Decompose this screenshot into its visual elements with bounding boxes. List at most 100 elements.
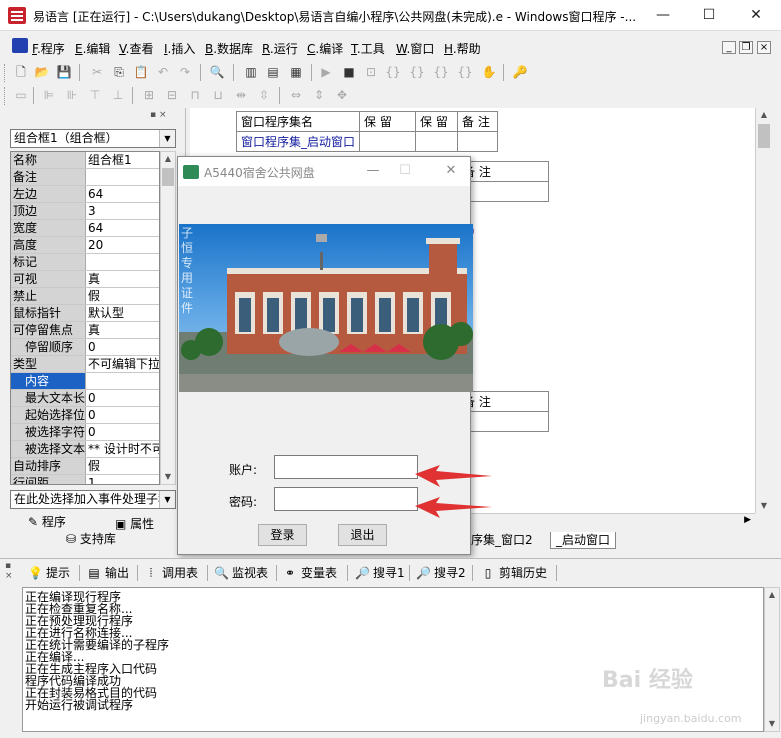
toolbar-grip-2[interactable] <box>4 87 7 105</box>
copy-icon[interactable]: ⎘ <box>110 63 128 81</box>
table-cell[interactable] <box>458 181 549 202</box>
menu-compile[interactable]: C.编译 <box>307 40 343 57</box>
center-v-icon[interactable]: ⊟ <box>163 86 181 104</box>
menu-help[interactable]: H.帮助 <box>444 40 481 57</box>
property-value[interactable] <box>86 254 159 270</box>
mdi-restore-button[interactable]: ❐ <box>739 41 753 54</box>
redo-icon[interactable]: ↷ <box>176 63 194 81</box>
close-button[interactable]: ✕ <box>733 0 779 31</box>
same-width-icon[interactable]: ⊓ <box>186 86 204 104</box>
debug-icon[interactable]: ⊡ <box>362 63 380 81</box>
property-row[interactable]: 内容 <box>11 373 159 390</box>
property-row[interactable]: 停留顺序 0 <box>11 339 159 356</box>
tab-clipboard-history[interactable]: ▯ 剪辑历史 <box>481 564 547 582</box>
layout-3-icon[interactable]: ▦ <box>287 63 305 81</box>
toolbar-grip[interactable] <box>4 64 7 82</box>
password-input[interactable] <box>274 487 418 511</box>
component-select[interactable]: 组合框1（组合框） ▼ <box>10 129 176 148</box>
property-value[interactable]: 1 <box>86 475 159 484</box>
property-value[interactable]: 64 <box>86 220 159 236</box>
property-row[interactable]: 标记 <box>11 254 159 271</box>
menu-insert[interactable]: I.插入 <box>164 40 195 57</box>
property-value[interactable]: ** 设计时不可 <box>86 441 159 457</box>
code-vertical-scrollbar[interactable]: ▲ ▼ <box>755 108 772 513</box>
property-row[interactable]: 可停留焦点真 <box>11 322 159 339</box>
tab-search2[interactable]: 🔎 搜寻2 <box>416 564 466 582</box>
scroll-right-icon[interactable]: ▶ <box>744 515 751 525</box>
table-cell[interactable]: 窗口程序集_启动窗口 <box>235 131 361 152</box>
property-value[interactable] <box>86 373 159 389</box>
property-scrollbar[interactable]: ▲ ▼ <box>160 151 176 485</box>
run-to-cursor-icon[interactable]: {} <box>456 63 474 81</box>
scroll-up-icon[interactable]: ▲ <box>765 588 779 602</box>
property-row[interactable]: 可视真 <box>11 271 159 288</box>
property-value[interactable]: 3 <box>86 203 159 219</box>
property-value[interactable]: 组合框1 <box>86 152 159 168</box>
tab-property[interactable]: ▣ 属性 <box>115 515 154 532</box>
property-row[interactable]: 被选择字符 0 <box>11 424 159 441</box>
property-row[interactable]: 类型 不可编辑下拉 <box>11 356 159 373</box>
account-input[interactable] <box>274 455 418 479</box>
dialog-close-button[interactable]: ✕ <box>436 161 466 181</box>
event-select[interactable]: 在此处选择加入事件处理子程 ▼ <box>10 490 176 509</box>
cut-icon[interactable]: ✂ <box>88 63 106 81</box>
property-row[interactable]: 备注 <box>11 169 159 186</box>
property-row[interactable]: 禁止假 <box>11 288 159 305</box>
center-form-h-icon[interactable]: ⇔ <box>287 86 305 104</box>
open-folder-icon[interactable]: 📂 <box>33 63 51 81</box>
new-file-icon[interactable]: 🗋 <box>12 63 30 81</box>
undo-icon[interactable]: ↶ <box>154 63 172 81</box>
layout-1-icon[interactable]: ▥ <box>242 63 260 81</box>
tab-hint[interactable]: 💡 提示 <box>28 564 70 582</box>
property-row[interactable]: 左边 64 <box>11 186 159 203</box>
layout-2-icon[interactable]: ▤ <box>264 63 282 81</box>
align-left-icon[interactable]: ⊫ <box>40 86 58 104</box>
tab-output[interactable]: ▤ 输出 <box>87 564 129 582</box>
stop-icon[interactable]: ■ <box>340 63 358 81</box>
property-value[interactable]: 不可编辑下拉 <box>86 356 159 372</box>
property-value[interactable]: 真 <box>86 322 159 338</box>
form-icon[interactable]: ▭ <box>12 86 30 104</box>
table-cell[interactable] <box>415 131 459 152</box>
scroll-thumb[interactable] <box>162 168 174 186</box>
center-h-icon[interactable]: ⊞ <box>140 86 158 104</box>
scroll-up-icon[interactable]: ▲ <box>757 108 771 122</box>
tab-call-stack[interactable]: ⦙ 调用表 <box>144 564 198 582</box>
space-v-icon[interactable]: ⇳ <box>255 86 273 104</box>
mdi-minimize-button[interactable]: _ <box>722 41 736 54</box>
same-height-icon[interactable]: ⊔ <box>209 86 227 104</box>
menu-window[interactable]: W.窗口 <box>396 40 434 57</box>
find-icon[interactable]: 🔍 <box>208 63 226 81</box>
property-row[interactable]: 自动排序假 <box>11 458 159 475</box>
table-cell[interactable] <box>458 411 549 432</box>
property-value[interactable]: 0 <box>86 407 159 423</box>
property-value[interactable]: 0 <box>86 339 159 355</box>
run-icon[interactable]: ▶ <box>317 63 335 81</box>
property-value[interactable]: 0 <box>86 390 159 406</box>
hand-icon[interactable]: ✋ <box>480 63 498 81</box>
tab-program[interactable]: ✎ 程序 <box>28 513 66 530</box>
align-bottom-icon[interactable]: ⊥ <box>109 86 127 104</box>
center-form-icon[interactable]: ✥ <box>333 86 351 104</box>
minimize-button[interactable]: — <box>640 0 686 31</box>
scroll-down-icon[interactable]: ▼ <box>161 470 175 484</box>
panel-pin-icon[interactable]: ▪ × <box>150 110 167 120</box>
wizard-icon[interactable]: 🔑 <box>511 63 529 81</box>
scroll-down-icon[interactable]: ▼ <box>757 499 771 513</box>
tab-watch[interactable]: 🔍 监视表 <box>214 564 268 582</box>
table-cell[interactable] <box>457 131 499 152</box>
property-value[interactable]: 64 <box>86 186 159 202</box>
output-scrollbar[interactable]: ▲ ▼ <box>764 587 780 732</box>
table-cell[interactable] <box>359 131 417 152</box>
property-row[interactable]: 名称 组合框1 <box>11 152 159 169</box>
align-top-icon[interactable]: ⊤ <box>86 86 104 104</box>
property-value[interactable]: 20 <box>86 237 159 253</box>
output-log[interactable]: 正在编译现行程序 正在检查重复名称... 正在预处理现行程序 正在进行名称连接.… <box>22 587 764 732</box>
property-row[interactable]: 行间距 1 <box>11 475 159 484</box>
property-row[interactable]: 高度 20 <box>11 237 159 254</box>
property-row[interactable]: 鼠标指针 默认型 <box>11 305 159 322</box>
property-value[interactable]: 默认型 <box>86 305 159 321</box>
property-row[interactable]: 最大文本长 0 <box>11 390 159 407</box>
space-h-icon[interactable]: ⇹ <box>232 86 250 104</box>
property-row[interactable]: 起始选择位 0 <box>11 407 159 424</box>
